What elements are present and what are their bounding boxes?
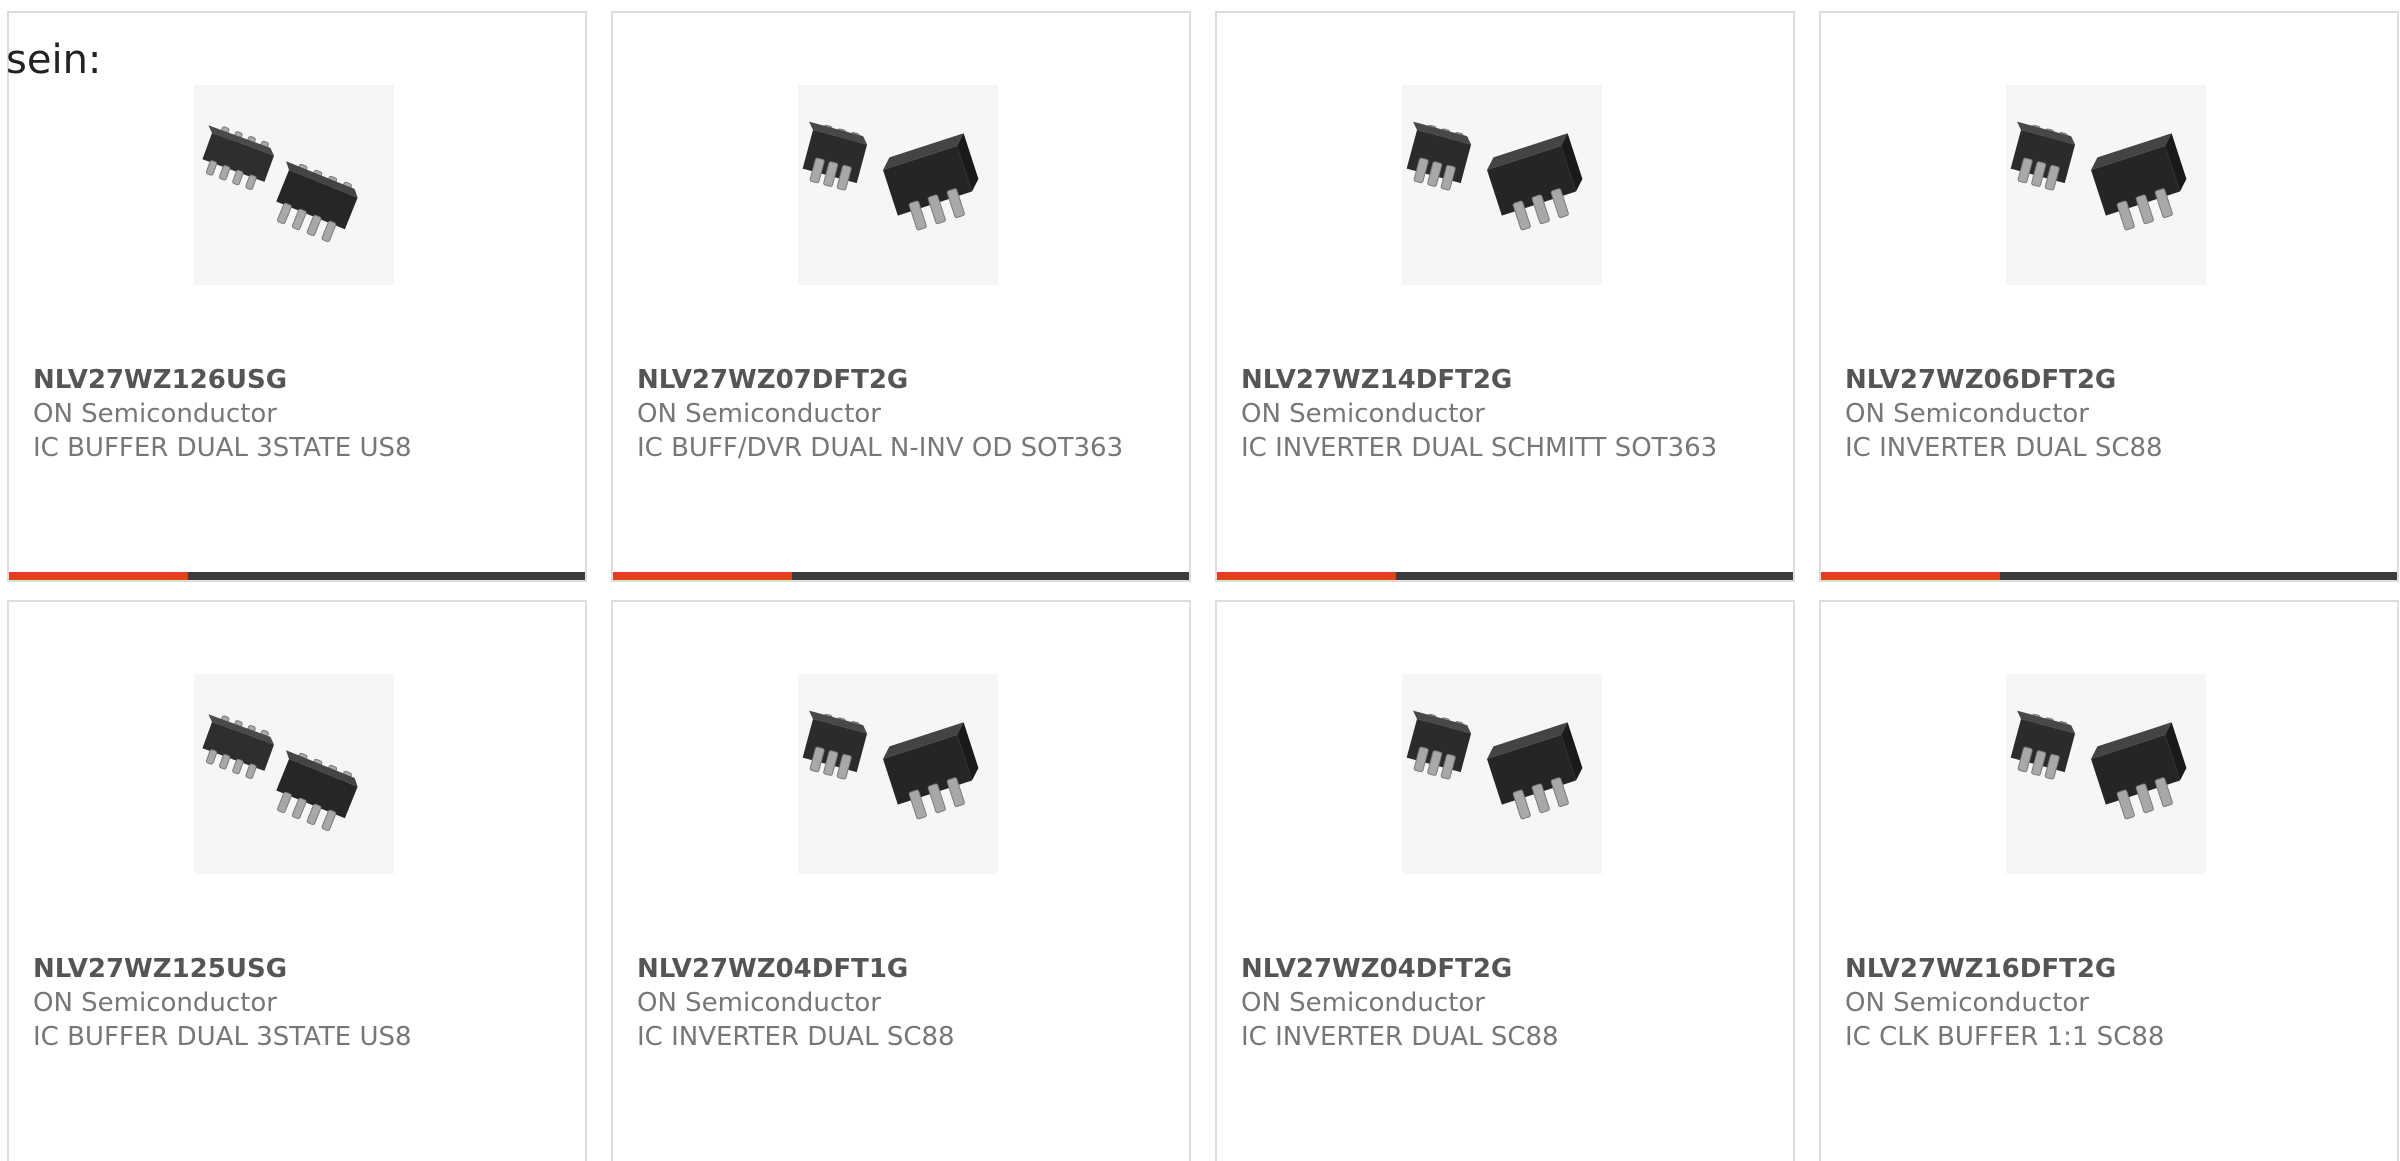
card-progress-bar	[1821, 572, 2397, 580]
card-progress-bar	[1217, 572, 1793, 580]
product-grid-page: sein: NLV27WZ126USG ON Semiconductor IC …	[0, 0, 2400, 1161]
us8-package-icon	[194, 674, 394, 874]
us8-package-icon	[194, 85, 394, 285]
product-card[interactable]: NLV27WZ126USG ON Semiconductor IC BUFFER…	[7, 11, 587, 582]
manufacturer: ON Semiconductor	[33, 399, 277, 429]
progress-fill	[9, 572, 188, 580]
manufacturer: ON Semiconductor	[1845, 988, 2089, 1018]
sot363-package-icon	[798, 85, 998, 285]
part-number: NLV27WZ04DFT2G	[1241, 954, 1513, 984]
product-card[interactable]: NLV27WZ06DFT2G ON Semiconductor IC INVER…	[1819, 11, 2399, 582]
part-number: NLV27WZ125USG	[33, 954, 288, 984]
sot363-package-icon	[2006, 674, 2206, 874]
part-number: NLV27WZ16DFT2G	[1845, 954, 2117, 984]
sot363-package-icon	[2006, 85, 2206, 285]
part-number: NLV27WZ06DFT2G	[1845, 365, 2117, 395]
card-progress-bar	[9, 572, 585, 580]
product-card[interactable]: NLV27WZ16DFT2G ON Semiconductor IC CLK B…	[1819, 600, 2399, 1161]
sot363-package-icon	[798, 674, 998, 874]
manufacturer: ON Semiconductor	[637, 399, 881, 429]
product-card[interactable]: NLV27WZ14DFT2G ON Semiconductor IC INVER…	[1215, 11, 1795, 582]
manufacturer: ON Semiconductor	[33, 988, 277, 1018]
product-card[interactable]: NLV27WZ04DFT1G ON Semiconductor IC INVER…	[611, 600, 1191, 1161]
description: IC INVERTER DUAL SC88	[1845, 433, 2163, 463]
part-number: NLV27WZ04DFT1G	[637, 954, 909, 984]
manufacturer: ON Semiconductor	[637, 988, 881, 1018]
progress-fill	[1217, 572, 1396, 580]
progress-fill	[613, 572, 792, 580]
part-number: NLV27WZ126USG	[33, 365, 288, 395]
description: IC INVERTER DUAL SC88	[1241, 1022, 1559, 1052]
progress-fill	[1821, 572, 2000, 580]
description: IC INVERTER DUAL SC88	[637, 1022, 955, 1052]
description: IC BUFFER DUAL 3STATE US8	[33, 1022, 412, 1052]
description: IC CLK BUFFER 1:1 SC88	[1845, 1022, 2165, 1052]
manufacturer: ON Semiconductor	[1241, 399, 1485, 429]
intro-text: sein:	[6, 37, 102, 83]
manufacturer: ON Semiconductor	[1845, 399, 2089, 429]
sot363-package-icon	[1402, 85, 1602, 285]
description: IC INVERTER DUAL SCHMITT SOT363	[1241, 433, 1718, 463]
part-number: NLV27WZ14DFT2G	[1241, 365, 1513, 395]
product-card[interactable]: NLV27WZ07DFT2G ON Semiconductor IC BUFF/…	[611, 11, 1191, 582]
description: IC BUFF/DVR DUAL N-INV OD SOT363	[637, 433, 1124, 463]
product-card[interactable]: NLV27WZ125USG ON Semiconductor IC BUFFER…	[7, 600, 587, 1161]
product-card[interactable]: NLV27WZ04DFT2G ON Semiconductor IC INVER…	[1215, 600, 1795, 1161]
manufacturer: ON Semiconductor	[1241, 988, 1485, 1018]
description: IC BUFFER DUAL 3STATE US8	[33, 433, 412, 463]
sot363-package-icon	[1402, 674, 1602, 874]
part-number: NLV27WZ07DFT2G	[637, 365, 909, 395]
card-progress-bar	[613, 572, 1189, 580]
